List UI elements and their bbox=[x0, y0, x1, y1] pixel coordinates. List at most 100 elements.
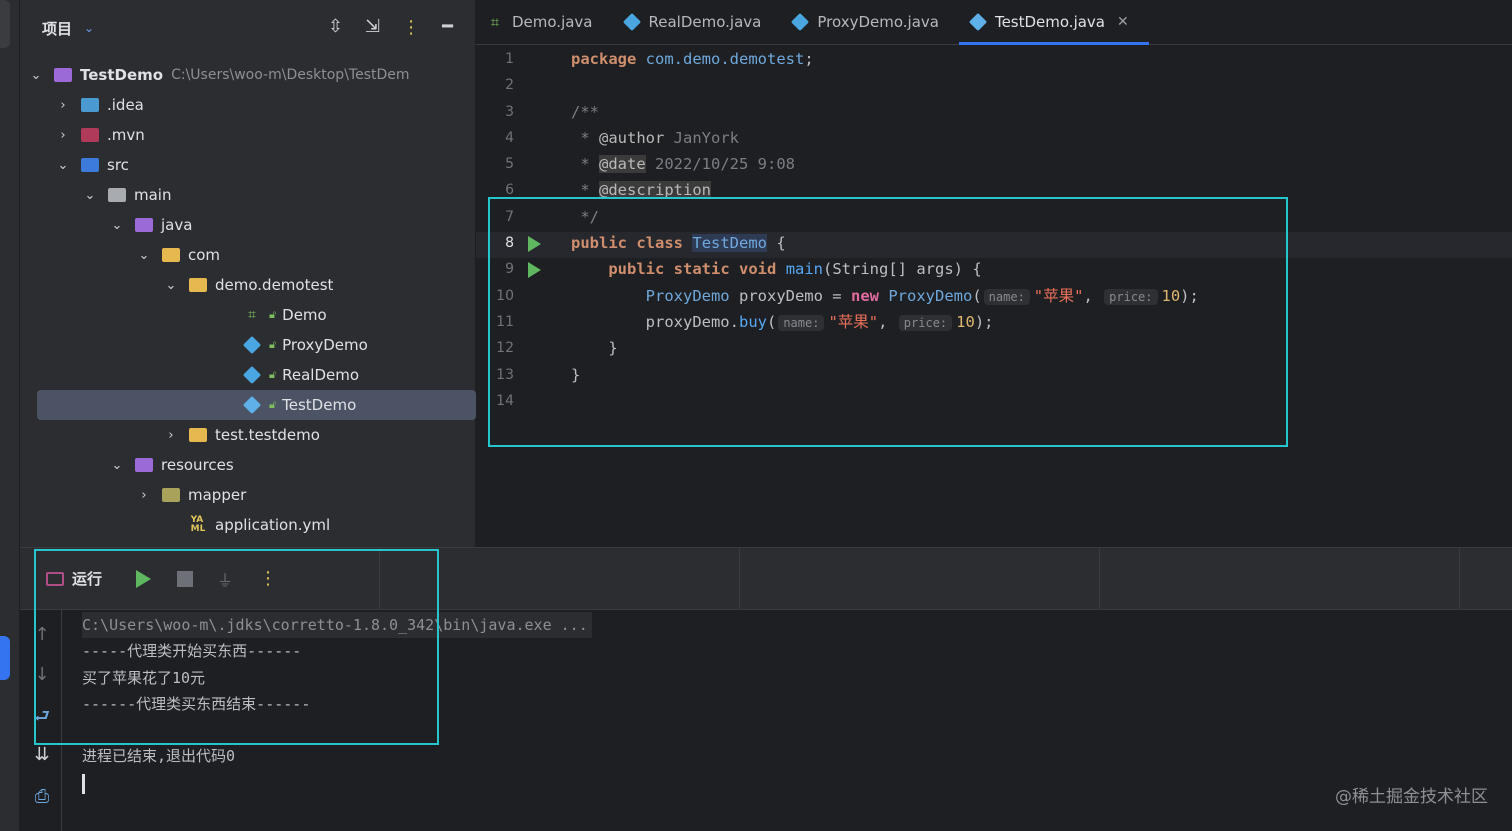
spring-class-icon: ⌗ bbox=[248, 307, 256, 323]
scroll-to-end-icon[interactable]: ⇊ bbox=[30, 744, 54, 765]
chevron-down-icon[interactable]: ⌄ bbox=[109, 458, 125, 473]
close-icon[interactable]: ✕ bbox=[1117, 14, 1129, 30]
number-literal: 10 bbox=[956, 312, 975, 331]
tree-item-label: src bbox=[107, 156, 129, 174]
tree-item[interactable]: ⌄ main bbox=[20, 180, 460, 210]
chevron-down-icon[interactable]: ⌄ bbox=[163, 278, 179, 293]
method-name: buy bbox=[738, 312, 767, 331]
module-folder-icon bbox=[52, 66, 74, 84]
chevron-down-icon[interactable]: ⌄ bbox=[28, 68, 44, 83]
tree-item[interactable]: ⌄ java bbox=[20, 210, 460, 240]
tree-item[interactable]: ⌄ resources bbox=[20, 450, 460, 480]
chevron-down-icon[interactable]: ⌄ bbox=[136, 248, 152, 263]
line-number: 9 bbox=[476, 256, 546, 282]
more-options-icon[interactable]: ⋮ bbox=[259, 568, 277, 589]
active-tool-indicator[interactable] bbox=[0, 636, 10, 680]
tree-item-label: com bbox=[188, 246, 221, 264]
code-line-7: */ bbox=[571, 207, 599, 226]
stop-icon[interactable] bbox=[177, 570, 194, 587]
line-number: 13 bbox=[476, 362, 546, 388]
code-line-11: proxyDemo.buy(name: "苹果", price: 10); bbox=[571, 309, 1199, 335]
tree-item[interactable]: ⌄ src bbox=[20, 150, 460, 180]
chevron-down-icon[interactable]: ⌄ bbox=[109, 218, 125, 233]
tree-item-label: ProxyDemo bbox=[282, 336, 368, 354]
line-number-gutter: 1 2 3 4 5 6 7 8 9 10 11 12 13 14 bbox=[476, 46, 546, 414]
toolbar-divider bbox=[1459, 548, 1460, 609]
editor-tab[interactable]: RealDemo.java bbox=[613, 0, 782, 44]
editor-tab[interactable]: ProxyDemo.java bbox=[781, 0, 959, 44]
code-editor[interactable]: package com.demo.demotest; /** * @author… bbox=[571, 46, 1199, 414]
mapper-folder-icon bbox=[160, 486, 182, 504]
project-view-selector[interactable]: 项目 bbox=[42, 18, 72, 39]
run-window-icon bbox=[46, 571, 64, 586]
unlock-icon: 🔓︎ bbox=[269, 368, 277, 381]
punctuation: ); bbox=[1180, 286, 1199, 305]
chevron-down-icon[interactable]: ⌄ bbox=[82, 188, 98, 203]
chevron-right-icon[interactable]: › bbox=[55, 98, 71, 113]
tree-item-label: RealDemo bbox=[282, 366, 360, 384]
arrow-up-icon[interactable]: ↑ bbox=[30, 624, 54, 645]
tree-item[interactable]: ⌄ com bbox=[20, 240, 460, 270]
tree-item-label: test.testdemo bbox=[215, 426, 320, 444]
run-panel-title[interactable]: 运行 bbox=[72, 568, 102, 589]
tree-item-label: main bbox=[134, 186, 172, 204]
line-number: 7 bbox=[476, 204, 546, 230]
keyword: public bbox=[571, 234, 627, 253]
class-icon bbox=[241, 335, 263, 355]
more-options-icon[interactable]: ⋮ bbox=[402, 17, 420, 38]
tree-item[interactable]: › .mvn bbox=[20, 120, 460, 150]
chevron-right-icon[interactable]: › bbox=[163, 428, 179, 443]
tree-item[interactable]: ⌄ TestDemo C:\Users\woo-m\Desktop\TestDem bbox=[20, 60, 460, 90]
tree-item[interactable]: YA ML application.yml bbox=[20, 510, 460, 540]
line-number: 12 bbox=[476, 335, 546, 361]
line-number: 14 bbox=[476, 388, 546, 414]
keyword: package bbox=[571, 50, 637, 68]
run-gutter-icon[interactable] bbox=[528, 236, 541, 253]
string-literal: "苹果" bbox=[828, 312, 879, 331]
print-icon[interactable]: ⎙ bbox=[30, 786, 54, 807]
tree-item[interactable]: › test.testdemo bbox=[20, 420, 460, 450]
rerun-icon[interactable] bbox=[136, 569, 152, 588]
chevron-down-icon[interactable]: ⌄ bbox=[55, 158, 71, 173]
run-gutter-icon[interactable] bbox=[528, 262, 541, 279]
hide-panel-icon[interactable]: ━ bbox=[442, 14, 453, 40]
method-name: main bbox=[785, 260, 824, 279]
line-number: 2 bbox=[476, 72, 546, 98]
chevron-down-icon[interactable]: ⌄ bbox=[84, 21, 94, 35]
chevron-right-icon[interactable]: › bbox=[136, 488, 152, 503]
javadoc-tag: @description bbox=[599, 181, 711, 200]
package-name: com.demo.demotest bbox=[645, 50, 805, 68]
tree-item-label: .mvn bbox=[107, 126, 145, 144]
console-output[interactable]: C:\Users\woo-m\.jdks\corretto-1.8.0_342\… bbox=[82, 612, 592, 796]
arrow-down-icon[interactable]: ↓ bbox=[30, 664, 54, 685]
tree-item[interactable]: 🔓︎ ProxyDemo bbox=[20, 330, 460, 360]
line-number-text: 1 bbox=[505, 51, 514, 67]
tree-item[interactable]: 🔓︎ TestDemo bbox=[20, 390, 476, 420]
line-number-text: 12 bbox=[496, 340, 514, 357]
tree-item[interactable]: ⌄ demo.demotest bbox=[20, 270, 460, 300]
tree-item[interactable]: › .idea bbox=[20, 90, 460, 120]
unlock-icon: 🔓︎ bbox=[269, 308, 277, 321]
tree-item[interactable]: 🔓︎ RealDemo bbox=[20, 360, 460, 390]
editor-area: ⌗ Demo.java RealDemo.java ProxyDemo.java Tes… bbox=[476, 0, 1512, 547]
editor-tab[interactable]: TestDemo.java ✕ bbox=[958, 0, 1149, 45]
soft-wrap-icon[interactable]: ⮐ bbox=[30, 704, 54, 734]
line-number-text: 13 bbox=[496, 366, 514, 383]
expand-all-icon[interactable]: ⇳ bbox=[328, 14, 343, 40]
watermark: @稀土掘金技术社区 bbox=[1335, 787, 1488, 807]
collapse-all-icon[interactable]: ⇲ bbox=[365, 14, 380, 40]
tool-window-button[interactable] bbox=[0, 0, 10, 48]
console-input-line[interactable] bbox=[82, 770, 592, 796]
chevron-right-icon[interactable]: › bbox=[55, 128, 71, 143]
line-number-text: 5 bbox=[505, 156, 514, 173]
code-line-5: * @date 2022/10/25 9:08 bbox=[571, 151, 1199, 177]
tree-item[interactable]: ⌗ 🔓︎ Demo bbox=[20, 300, 460, 330]
run-toolbar: 运行 ⏚ ⋮ bbox=[20, 548, 1512, 610]
plug-icon[interactable]: ⏚ bbox=[217, 567, 233, 591]
tree-item[interactable]: › mapper bbox=[20, 480, 460, 510]
line-number: 5 bbox=[476, 151, 546, 177]
project-path: C:\Users\woo-m\Desktop\TestDem bbox=[171, 67, 410, 83]
editor-tab[interactable]: ⌗ Demo.java bbox=[476, 0, 613, 44]
